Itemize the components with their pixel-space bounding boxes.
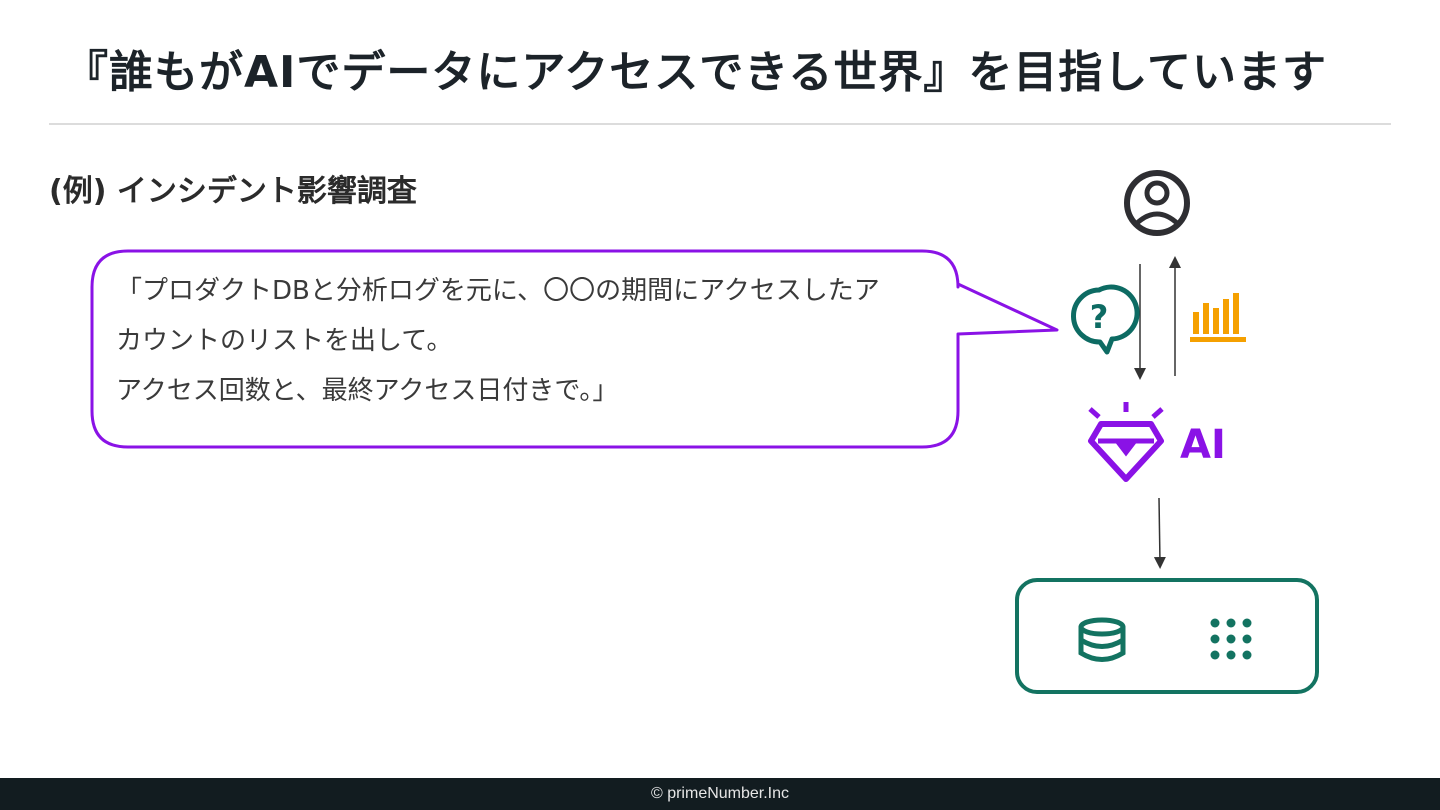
ai-label: AI xyxy=(1180,422,1226,468)
request-line: アクセス回数と、最終アクセス日付きで。」 xyxy=(116,376,619,406)
query-arrow xyxy=(1153,497,1166,569)
diamond-gem-icon xyxy=(1088,402,1164,482)
svg-text:?: ? xyxy=(1090,298,1109,336)
data-sources-box xyxy=(1015,578,1319,694)
footer-copyright: © primeNumber.Inc xyxy=(0,778,1440,810)
request-text: 「プロダクトDBと分析ログを元に、〇〇の期間にアクセスしたア カウントのリストを… xyxy=(116,266,946,416)
user-circle-icon xyxy=(1124,170,1190,236)
request-line: 「プロダクトDBと分析ログを元に、〇〇の期間にアクセスしたア xyxy=(116,276,880,306)
request-line: カウントのリストを出して。 xyxy=(116,326,453,356)
slide: 『誰もがAIでデータにアクセスできる世界』を目指しています (例) インシデント… xyxy=(0,0,1440,810)
bar-chart-icon xyxy=(1190,293,1246,342)
question-bubble-icon: ? xyxy=(1071,284,1140,355)
